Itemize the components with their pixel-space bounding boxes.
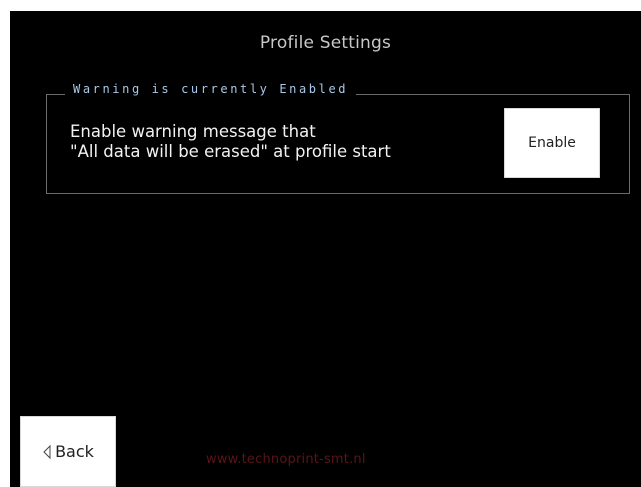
back-button-label: Back [55, 442, 94, 461]
warning-description: Enable warning message that "All data wi… [70, 122, 391, 162]
footer-url: www.technoprint-smt.nl [206, 452, 366, 467]
page-title: Profile Settings [259, 33, 392, 53]
back-button[interactable]: Back [20, 416, 116, 487]
warning-status-label: Warning is currently Enabled [65, 82, 357, 96]
enable-button[interactable]: Enable [504, 108, 600, 178]
chevron-left-icon [43, 444, 51, 459]
warning-description-line1: Enable warning message that [70, 122, 316, 141]
enable-button-label: Enable [528, 135, 576, 151]
device-screen: Profile Settings Warning is currently En… [10, 11, 641, 487]
warning-description-line2: "All data will be erased" at profile sta… [70, 142, 391, 161]
